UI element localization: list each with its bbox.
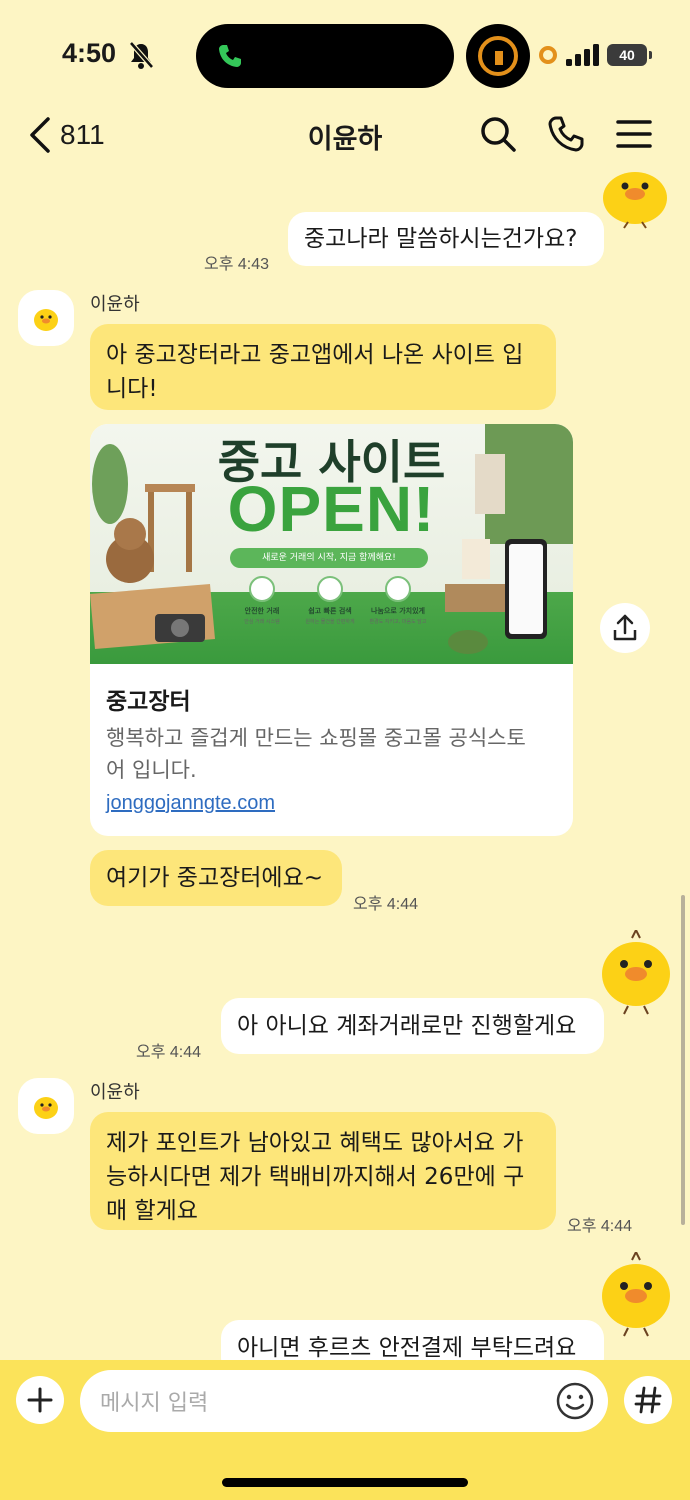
share-button[interactable] [600,603,650,653]
chick-avatar-icon [34,309,58,331]
message-text: 중고나라 말씀하시는건가요? [304,226,578,252]
menu-icon[interactable] [614,114,654,154]
plus-icon [27,1387,53,1413]
shield-icon [249,576,275,602]
recording-indicator[interactable] [466,24,530,88]
banner-feature: 안전한 거래 안심 거래 시스템 [227,576,297,625]
message-input-placeholder: 메시지 입력 [100,1391,209,1416]
hashtag-icon [634,1386,662,1414]
hashtag-search-button[interactable] [624,1376,672,1424]
link-preview-image: 중고 사이트 OPEN! 새로운 거래의 시작, 지금 함께해요! 안전한 거래… [90,424,573,664]
feature-title: 쉽고 빠른 검색 [308,607,352,615]
mic-indicator-icon [539,46,557,64]
message-time: 오후 4:44 [353,896,419,913]
link-description: 행복하고 즐겁게 만드는 쇼핑몰 중고몰 공식스토 어 입니다. [106,722,561,786]
message-text: 여기가 중고장터에요~ [106,865,324,891]
message-time: 오후 4:43 [204,256,270,273]
feature-subtitle: 원하는 물건을 간편하게 [305,619,355,625]
banner-feature: 쉽고 빠른 검색 원하는 물건을 간편하게 [295,576,365,625]
sender-name: 이윤하 [90,294,140,315]
feature-subtitle: 안심 거래 시스템 [244,619,280,625]
feature-title: 나눔으로 가치있게 [371,607,425,615]
incoming-message[interactable]: 제가 포인트가 남아있고 혜택도 많아서요 가 능하시다면 제가 택배비까지해서… [90,1112,556,1230]
message-text-line: 니다! [106,376,158,402]
chick-sticker [602,930,670,1015]
link-description-line: 행복하고 즐겁게 만드는 쇼핑몰 중고몰 공식스토 [106,726,526,750]
outgoing-message[interactable]: 중고나라 말씀하시는건가요? [288,212,604,266]
message-text: 아니면 후르츠 안전결제 부탁드려요 [237,1335,577,1361]
feature-title: 안전한 거래 [244,607,280,615]
emoji-icon[interactable] [554,1380,596,1422]
message-text-line: 능하시다면 제가 택배비까지해서 26만에 구 [106,1164,525,1190]
bell-off-icon [129,41,154,69]
attach-button[interactable] [16,1376,64,1424]
phone-call-icon [219,45,241,67]
message-text: 아 아니요 계좌거래로만 진행할게요 [237,1013,577,1039]
message-time: 오후 4:44 [136,1044,202,1061]
message-input[interactable]: 메시지 입력 [80,1370,608,1432]
incoming-message[interactable]: 아 중고장터라고 중고앱에서 나온 사이트 입 니다! [90,324,556,410]
link-description-line: 어 입니다. [106,758,197,782]
chick-avatar-icon [34,1097,58,1119]
banner-slogan: 새로운 거래의 시작, 지금 함께해요! [230,548,428,568]
link-url[interactable]: jonggojanngte.com [106,792,275,815]
chick-sticker [603,172,667,229]
pause-icon [478,36,518,76]
message-time: 오후 4:44 [567,1218,633,1235]
cellular-signal-icon [566,44,599,66]
banner-open: OPEN! [227,473,436,545]
link-preview-card[interactable]: 중고 사이트 OPEN! 새로운 거래의 시작, 지금 함께해요! 안전한 거래… [90,424,573,836]
share-icon [613,614,637,641]
feature-subtitle: 환경도 지키고, 마음도 담고 [369,619,427,625]
search-icon [317,576,343,602]
message-text-line: 제가 포인트가 남아있고 혜택도 많아서요 가 [106,1130,524,1156]
incoming-message[interactable]: 여기가 중고장터에요~ [90,850,342,906]
leaf-icon [385,576,411,602]
message-text-line: 매 할게요 [106,1198,198,1224]
chick-sticker [602,1252,670,1337]
home-indicator[interactable] [222,1478,468,1487]
dynamic-island[interactable] [196,24,454,88]
chat-title: 이윤하 [307,124,383,155]
outgoing-message[interactable]: 아 아니요 계좌거래로만 진행할게요 [221,998,604,1054]
banner-feature: 나눔으로 가치있게 환경도 지키고, 마음도 담고 [363,576,433,625]
search-icon[interactable] [478,114,518,154]
input-bar: 메시지 입력 [0,1360,690,1500]
avatar[interactable] [18,1078,74,1134]
status-time: 4:50 [62,38,117,68]
battery-level: 40 [607,44,647,66]
avatar[interactable] [18,290,74,346]
phone-icon[interactable] [546,114,586,154]
message-text-line: 아 중고장터라고 중고앱에서 나온 사이트 입 [106,342,524,368]
link-title: 중고장터 [106,689,191,715]
scrollbar[interactable] [681,895,685,1225]
battery-tip [649,51,652,59]
sender-name: 이윤하 [90,1082,140,1103]
